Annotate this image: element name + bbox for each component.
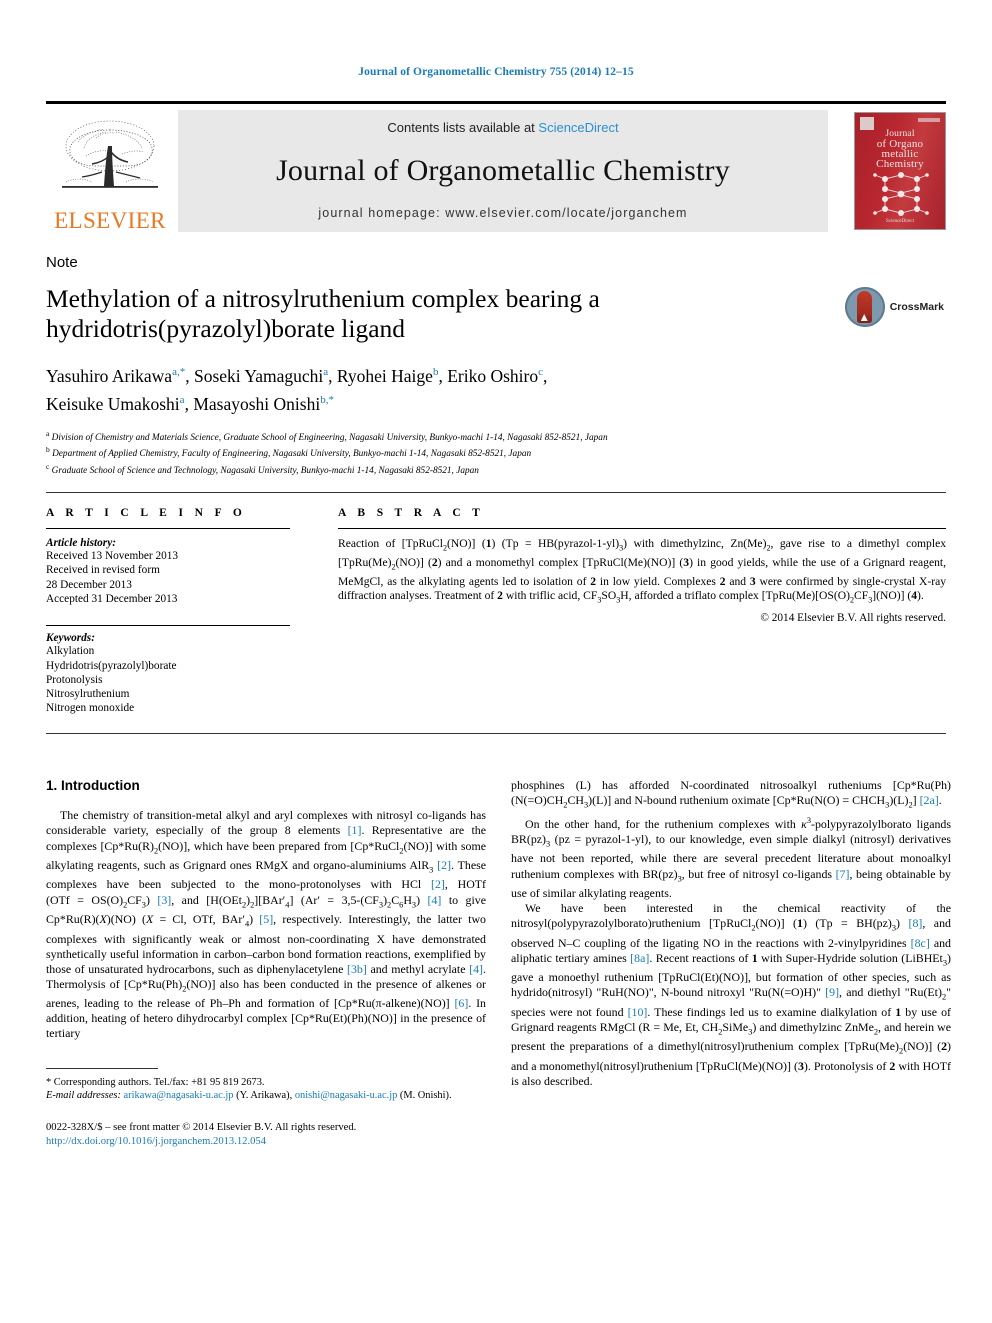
- affiliation-a-text: Division of Chemistry and Materials Scie…: [51, 432, 608, 443]
- masthead-top-rule: [46, 101, 946, 104]
- journal-masthead: ELSEVIER Contents lists available at Sci…: [46, 101, 946, 232]
- crossmark-label: CrossMark: [889, 301, 944, 313]
- doi-link[interactable]: http://dx.doi.org/10.1016/j.jorganchem.2…: [46, 1135, 486, 1149]
- cover-issn-block: [918, 118, 940, 122]
- sciencedirect-link[interactable]: ScienceDirect: [538, 120, 618, 135]
- email-label: E-mail addresses:: [46, 1090, 121, 1102]
- article-info-heading: A R T I C L E I N F O: [46, 506, 247, 519]
- journal-homepage[interactable]: journal homepage: www.elsevier.com/locat…: [318, 206, 687, 220]
- affiliation-b: b Department of Applied Chemistry, Facul…: [46, 445, 532, 460]
- contents-available-line: Contents lists available at ScienceDirec…: [387, 120, 618, 135]
- keyword-item: Alkylation: [46, 645, 95, 658]
- intro-paragraph-3: We have been interested in the chemical …: [511, 901, 951, 1088]
- intro-paragraph-1-continued: phosphines (L) has afforded N-coordinate…: [511, 778, 951, 810]
- abstract-column: A B S T R A C T Reaction of [TpRuCl2(NO)…: [308, 507, 946, 716]
- abstract-heading: A B S T R A C T: [338, 506, 485, 519]
- masthead-right: Journal of Organo metallic Chemistry Sci…: [834, 110, 946, 232]
- email-name-2: (M. Onishi).: [399, 1090, 452, 1102]
- history-item: Received in revised form: [46, 564, 160, 577]
- elsevier-logo: ELSEVIER: [46, 110, 174, 232]
- footnote-separator: [46, 1067, 158, 1069]
- title-row: Methylation of a nitrosylruthenium compl…: [46, 271, 946, 344]
- imprint-block: 0022-328X/$ – see front matter © 2014 El…: [46, 1121, 486, 1149]
- affiliation-c-text: Graduate School of Science and Technolog…: [51, 466, 479, 477]
- body-column-right: phosphines (L) has afforded N-coordinate…: [511, 778, 951, 1148]
- article-history-label: Article history:: [46, 536, 116, 549]
- article-info-rule: [46, 527, 290, 529]
- intro-paragraph-2: On the other hand, for the ruthenium com…: [511, 815, 951, 901]
- cover-title-line4: Chemistry: [876, 158, 924, 170]
- divider-below-info: [46, 733, 946, 735]
- keyword-item: Nitrogen monoxide: [46, 702, 135, 715]
- info-abstract-block: A R T I C L E I N F O Article history: R…: [46, 507, 946, 716]
- email-link-2[interactable]: onishi@nagasaki-u.ac.jp: [295, 1090, 397, 1101]
- cover-sciencedirect-label: ScienceDirect: [885, 219, 915, 224]
- affiliation-b-text: Department of Applied Chemistry, Faculty…: [52, 449, 532, 460]
- issn-line: 0022-328X/$ – see front matter © 2014 El…: [46, 1121, 357, 1133]
- author-list: Yasuhiro Arikawaa,*, Soseki Yamaguchia, …: [46, 365, 548, 414]
- body-column-left: 1. Introduction The chemistry of transit…: [46, 778, 486, 1148]
- keyword-item: Protonolysis: [46, 673, 103, 686]
- keywords-rule: [46, 625, 290, 627]
- intro-paragraph-1: The chemistry of transition-metal alkyl …: [46, 808, 487, 1041]
- history-item: Received 13 November 2013: [46, 549, 179, 562]
- elsevier-tree-icon: [62, 120, 158, 188]
- journal-cover-thumbnail: Journal of Organo metallic Chemistry Sci…: [854, 112, 946, 230]
- history-item: 28 December 2013: [46, 578, 132, 591]
- cover-molecule-icon: [873, 172, 929, 216]
- crossmark-icon: [844, 287, 885, 327]
- abstract-rule: [338, 527, 946, 529]
- keywords-block: Keywords: Alkylation Hydridotris(pyrazol…: [46, 625, 290, 715]
- running-head: Journal of Organometallic Chemistry 755 …: [358, 66, 634, 78]
- crossmark-badge[interactable]: CrossMark: [844, 287, 944, 327]
- article-info-column: A R T I C L E I N F O Article history: R…: [46, 507, 308, 716]
- body-columns: 1. Introduction The chemistry of transit…: [46, 778, 951, 1148]
- keyword-item: Hydridotris(pyrazolyl)borate: [46, 659, 177, 672]
- divider-above-info: [46, 491, 946, 493]
- journal-title: Journal of Organometallic Chemistry: [276, 153, 730, 187]
- contents-prefix: Contents lists available at: [387, 120, 539, 135]
- abstract-copyright: © 2014 Elsevier B.V. All rights reserved…: [760, 612, 946, 625]
- article-type-label: Note: [46, 254, 78, 271]
- cover-footer: ScienceDirect: [855, 217, 945, 224]
- email-name-1: (Y. Arikawa),: [236, 1090, 293, 1102]
- footnote-block: * Corresponding authors. Tel./fax: +81 9…: [46, 1076, 486, 1103]
- keyword-item: Nitrosylruthenium: [46, 687, 130, 700]
- masthead-center: Contents lists available at ScienceDirec…: [178, 110, 828, 232]
- section-heading-introduction: 1. Introduction: [46, 778, 140, 794]
- cover-title: Journal of Organo metallic Chemistry: [855, 129, 945, 170]
- email-note: E-mail addresses: arikawa@nagasaki-u.ac.…: [46, 1089, 486, 1103]
- affiliation-c: c Graduate School of Science and Technol…: [46, 462, 479, 477]
- affiliation-list: a Division of Chemistry and Materials Sc…: [46, 428, 946, 478]
- keywords-label: Keywords:: [46, 632, 95, 645]
- email-link-1[interactable]: arikawa@nagasaki-u.ac.jp: [124, 1090, 234, 1101]
- history-item: Accepted 31 December 2013: [46, 592, 178, 605]
- page-title: Methylation of a nitrosylruthenium compl…: [46, 284, 600, 343]
- paper-page: Journal of Organometallic Chemistry 755 …: [0, 0, 992, 1323]
- elsevier-wordmark: ELSEVIER: [54, 208, 166, 233]
- corresponding-author-note: * Corresponding authors. Tel./fax: +81 9…: [46, 1076, 265, 1088]
- affiliation-a: a Division of Chemistry and Materials Sc…: [46, 428, 608, 443]
- abstract-text: Reaction of [TpRuCl2(NO)] (1) (Tp = HB(p…: [338, 536, 947, 605]
